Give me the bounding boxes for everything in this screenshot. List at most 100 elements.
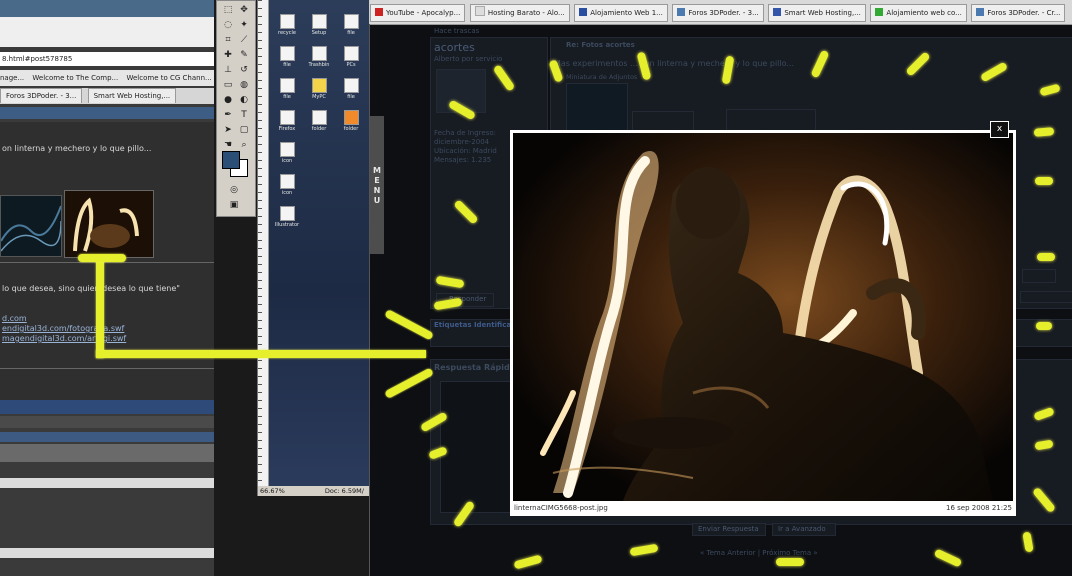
hand-tool-icon[interactable]: ☚	[221, 139, 235, 151]
zoom-level[interactable]: 66.67%	[260, 487, 285, 495]
post-author[interactable]: acortes	[434, 41, 475, 54]
desktop-icon[interactable]: recycle	[273, 14, 301, 36]
browser-tab-active[interactable]: Foros 3DPoder. - Cr...	[971, 4, 1066, 22]
foreground-color-swatch[interactable]	[222, 151, 240, 169]
browser-tab[interactable]: Alojamiento Web 1...	[574, 4, 668, 22]
left-tab[interactable]: Smart Web Hosting,...	[87, 88, 177, 103]
left-link[interactable]: magendigital3d.com/artcgi.swf	[2, 334, 126, 343]
post-snippet: Mas experimentos ... con linterna y mech…	[554, 59, 794, 68]
document-size: Doc: 6.59M/	[324, 487, 364, 495]
page-favicon-icon	[579, 8, 588, 16]
desktop-icon[interactable]: Setup	[305, 14, 333, 36]
page-favicon-icon	[474, 6, 485, 16]
pen-tool-icon[interactable]: ✒	[221, 109, 235, 121]
paint-bucket-icon[interactable]: ◍	[237, 79, 251, 91]
left-footer-band	[0, 432, 214, 442]
thumbnail-image	[0, 205, 62, 252]
browser-tab[interactable]: YouTube - Apocalyp...	[370, 4, 466, 22]
left-footer-band	[0, 400, 214, 414]
dodge-tool-icon[interactable]: ◐	[237, 94, 251, 106]
blur-tool-icon[interactable]: ●	[221, 94, 235, 106]
quote-button[interactable]	[1022, 269, 1056, 283]
user-info-line: Fecha de Ingreso:	[434, 129, 496, 137]
reply-button[interactable]: Responder	[436, 293, 494, 307]
send-reply-button[interactable]: Enviar Respuesta	[692, 523, 766, 536]
lightbox-filename: linternaCIMG5668-post.jpg	[514, 504, 608, 512]
left-bookmarks-bar: nage... Welcome to The Comp... Welcome t…	[0, 70, 214, 86]
attachment-thumbnail-selected[interactable]	[64, 190, 154, 258]
desktop-icon[interactable]: PCs	[337, 46, 365, 68]
highlight-arrow-shaft-horizontal	[96, 350, 426, 358]
desktop-icon[interactable]: file	[273, 46, 301, 68]
zoom-tool-icon[interactable]: ⌕	[237, 139, 251, 151]
screen-mode-icon[interactable]: ▣	[227, 199, 241, 211]
left-footer-band	[0, 548, 214, 558]
forum-favicon-icon	[677, 8, 686, 16]
attachment-thumbnail[interactable]	[0, 195, 62, 257]
left-tab[interactable]: Foros 3DPoder. - 3...	[0, 88, 83, 103]
menu-side-tab[interactable]: M E N U	[370, 116, 384, 254]
move-tool-icon[interactable]: ✥	[237, 4, 251, 16]
menu-letter: U	[373, 196, 381, 205]
bookmark-item[interactable]: nage...	[0, 70, 24, 86]
menu-letter: E	[374, 176, 380, 185]
browser-tab[interactable]: Alojamiento web co...	[870, 4, 967, 22]
desktop-icon[interactable]: Firefox	[273, 110, 301, 132]
attachments-label: Miniatura de Adjuntos	[566, 73, 638, 81]
photoshop-status-bar: 66.67% Doc: 6.59M/	[258, 486, 370, 496]
post-title: Re: Fotos acortes	[566, 41, 635, 49]
thread-nav-links[interactable]: « Tema Anterior | Próximo Tema »	[700, 549, 818, 557]
light-painting-photo	[513, 133, 1013, 501]
path-select-icon[interactable]: ➤	[221, 124, 235, 136]
bookmark-item[interactable]: Welcome to CG Chann...	[126, 70, 211, 86]
lightbox-date: 16 sep 2008 21:25	[946, 504, 1012, 512]
advanced-button[interactable]: Ir a Avanzado	[772, 523, 836, 536]
attachment-thumbnail[interactable]	[566, 83, 628, 133]
desktop-icon[interactable]: MyPC	[305, 78, 333, 100]
lasso-tool-icon[interactable]: ◌	[221, 19, 235, 31]
desktop-icon[interactable]: Trashbin	[305, 46, 333, 68]
left-quote-line: lo que desea, sino quien desea lo que ti…	[2, 284, 180, 293]
desktop-icon[interactable]: file	[273, 78, 301, 100]
left-link[interactable]: d.com	[2, 314, 27, 323]
left-url-bar[interactable]: 8.html#post578785	[0, 52, 214, 66]
desktop-icon[interactable]: icon	[273, 142, 301, 164]
document-canvas[interactable]: recycle Setup file file Trashbin PCs fil…	[269, 0, 369, 486]
left-footer-band	[0, 444, 214, 462]
brush-tool-icon[interactable]: ✎	[237, 49, 251, 61]
left-post-line: on linterna y mechero y lo que pillo...	[2, 144, 152, 153]
stamp-tool-icon[interactable]: ⊥	[221, 64, 235, 76]
browser-tab[interactable]: Hosting Barato - Alo...	[469, 4, 570, 22]
shape-tool-icon[interactable]: ▢	[237, 124, 251, 136]
pagination[interactable]	[1020, 291, 1072, 303]
avatar[interactable]	[436, 69, 486, 113]
desktop-icon[interactable]: file	[337, 14, 365, 36]
healing-brush-icon[interactable]: ✚	[221, 49, 235, 61]
desktop-icon[interactable]: folder	[337, 110, 365, 132]
slice-tool-icon[interactable]: ⟋	[237, 34, 251, 46]
desktop-icon[interactable]: file	[337, 78, 365, 100]
page-favicon-icon	[875, 8, 884, 16]
lightbox-close-button[interactable]: x	[990, 121, 1009, 138]
magic-wand-icon[interactable]: ✦	[237, 19, 251, 31]
history-brush-icon[interactable]: ↺	[237, 64, 251, 76]
divider	[0, 368, 214, 369]
type-tool-icon[interactable]: T	[237, 109, 251, 121]
desktop-icon[interactable]: icon	[273, 174, 301, 196]
top-strip-text: Hace trascas	[434, 27, 480, 35]
desktop-icon[interactable]: folder	[305, 110, 333, 132]
menu-letter: M	[373, 166, 381, 175]
right-browser-tab-bar: YouTube - Apocalyp... Hosting Barato - A…	[370, 0, 1072, 25]
left-forum-content: on linterna y mechero y lo que pillo... …	[0, 122, 214, 402]
eraser-tool-icon[interactable]: ▭	[221, 79, 235, 91]
lightbox-photo[interactable]	[513, 133, 1013, 501]
desktop-icon[interactable]: Illustrator	[273, 206, 301, 228]
browser-tab[interactable]: Smart Web Hosting,...	[768, 4, 866, 22]
browser-tab[interactable]: Foros 3DPoder. - 3...	[672, 4, 764, 22]
left-forum-header-band	[0, 107, 214, 119]
bookmark-item[interactable]: Welcome to The Comp...	[32, 70, 118, 86]
crop-tool-icon[interactable]: ⌗	[221, 34, 235, 46]
marquee-tool-icon[interactable]: ⬚	[221, 4, 235, 16]
left-link[interactable]: endigital3d.com/fotografia.swf	[2, 324, 124, 333]
quick-mask-icon[interactable]: ◎	[227, 184, 241, 196]
